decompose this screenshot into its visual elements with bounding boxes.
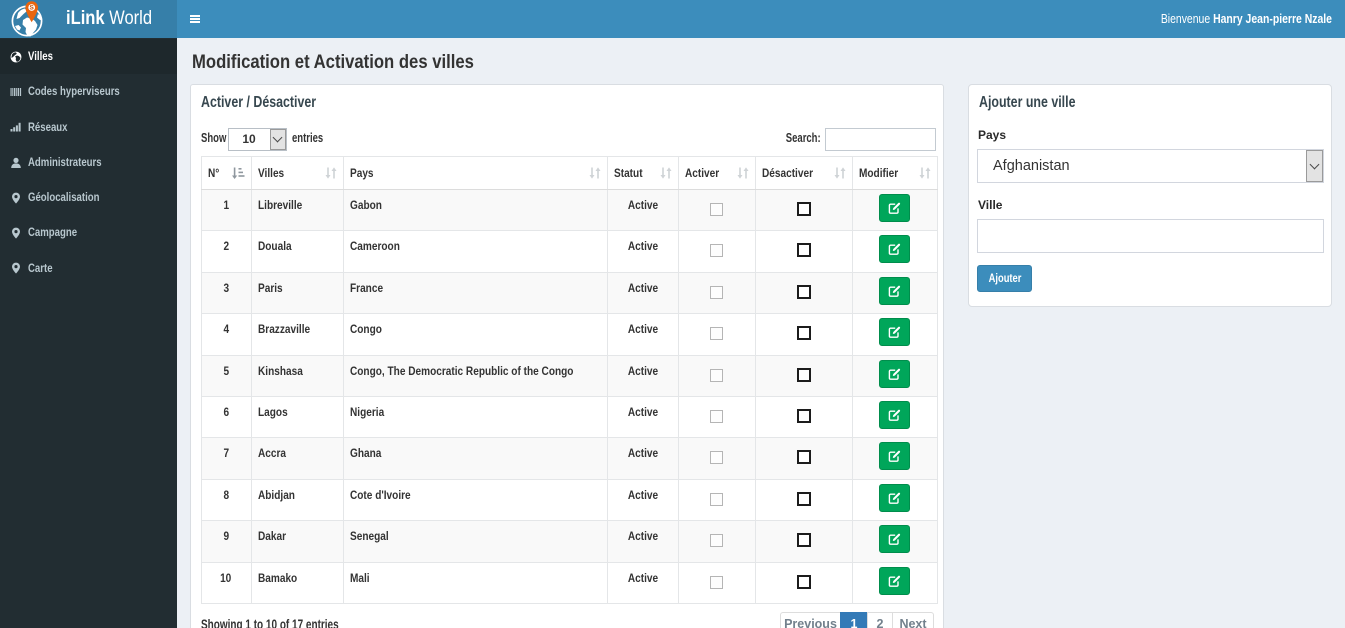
svg-text:S: S xyxy=(30,5,35,12)
